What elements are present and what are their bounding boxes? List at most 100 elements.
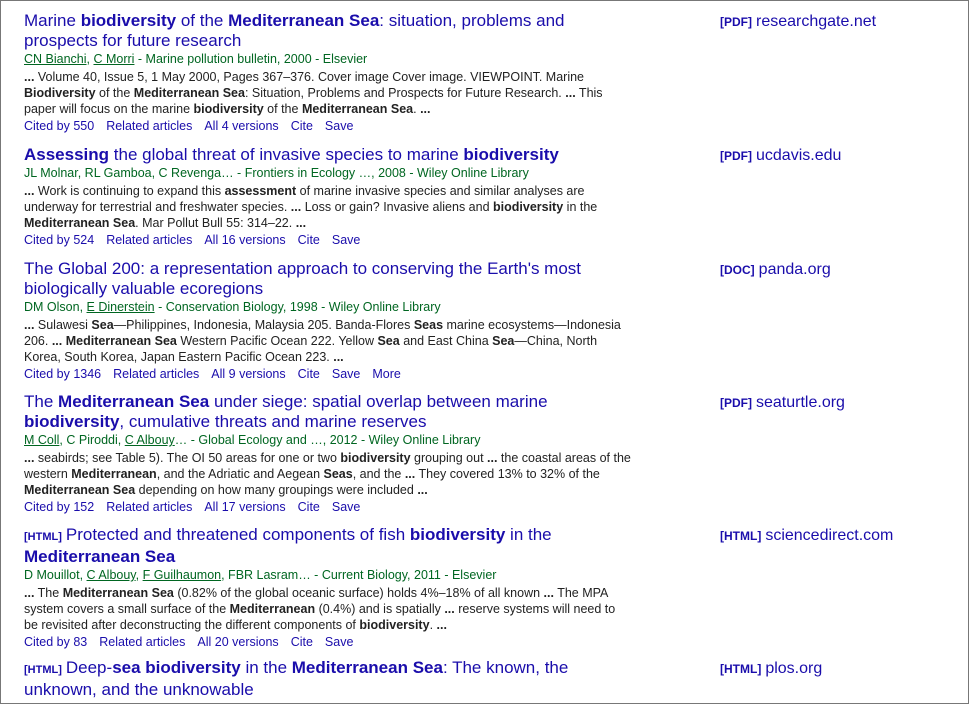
highlight-text: biodiversity bbox=[493, 200, 564, 214]
highlight-text: Mediterranean Sea bbox=[301, 102, 414, 116]
author-link[interactable]: F Guilhaumon bbox=[143, 568, 222, 582]
result-snippet: ... Sulawesi Sea—Philippines, Indonesia,… bbox=[24, 317, 632, 365]
text-segment: (0.4%) and is spatially bbox=[315, 602, 445, 616]
text-segment: , and the Adriatic and Aegean bbox=[156, 467, 324, 481]
author-link[interactable]: C Albouy bbox=[125, 433, 175, 447]
text-segment: Marine bbox=[24, 11, 81, 30]
format-tag: [PDF] bbox=[720, 149, 752, 163]
result-title-link[interactable]: Assessing the global threat of invasive … bbox=[24, 145, 604, 165]
related-articles-link[interactable]: Related articles bbox=[106, 119, 192, 133]
related-articles-link[interactable]: Related articles bbox=[99, 635, 185, 649]
highlight-text: Mediterranean Sea bbox=[65, 334, 177, 348]
highlight-text: ... bbox=[420, 102, 431, 116]
cited-by-link[interactable]: Cited by 1346 bbox=[24, 367, 101, 381]
highlight-text: Mediterranean Sea bbox=[24, 483, 136, 497]
highlight-text: biodiversity bbox=[340, 451, 411, 465]
more-link[interactable]: More bbox=[372, 367, 400, 381]
result-title-link[interactable]: The Global 200: a representation approac… bbox=[24, 259, 604, 299]
save-link[interactable]: Save bbox=[332, 500, 361, 514]
author-link[interactable]: E Dinerstein bbox=[87, 300, 155, 314]
fulltext-link[interactable]: [DOC] panda.org bbox=[720, 260, 831, 280]
cited-by-link[interactable]: Cited by 152 bbox=[24, 500, 94, 514]
highlight-text: Mediterranean Sea bbox=[133, 86, 245, 100]
text-segment: Protected and threatened components of f… bbox=[65, 525, 410, 544]
highlight-text: Seas bbox=[323, 467, 353, 481]
related-articles-link[interactable]: Related articles bbox=[106, 500, 192, 514]
result-title-link[interactable]: The Mediterranean Sea under siege: spati… bbox=[24, 392, 604, 432]
format-tag: [DOC] bbox=[720, 263, 755, 277]
text-segment: … - Global Ecology and …, 2012 - Wiley O… bbox=[174, 433, 481, 447]
text-segment: The bbox=[34, 586, 63, 600]
highlight-text: ... bbox=[24, 451, 35, 465]
save-link[interactable]: Save bbox=[332, 367, 361, 381]
result-snippet: ... The Mediterranean Sea (0.82% of the … bbox=[24, 585, 632, 633]
result-title-link[interactable]: [HTML] Deep-sea biodiversity in the Medit… bbox=[24, 658, 604, 700]
cite-link[interactable]: Cite bbox=[298, 233, 320, 247]
all-versions-link[interactable]: All 16 versions bbox=[204, 233, 285, 247]
related-articles-link[interactable]: Related articles bbox=[106, 233, 192, 247]
highlight-text: Mediterranean Sea bbox=[58, 392, 210, 411]
fulltext-link[interactable]: [PDF] ucdavis.edu bbox=[720, 146, 841, 166]
highlight-text: ... bbox=[24, 184, 35, 198]
cite-link[interactable]: Cite bbox=[291, 119, 313, 133]
cited-by-link[interactable]: Cited by 83 bbox=[24, 635, 87, 649]
highlight-text: Biodiversity bbox=[24, 86, 96, 100]
text-segment: Loss or gain? Invasive aliens and bbox=[301, 200, 494, 214]
result-snippet: ... Volume 40, Issue 5, 1 May 2000, Page… bbox=[24, 69, 632, 117]
highlight-text: ... bbox=[543, 586, 554, 600]
cited-by-link[interactable]: Cited by 524 bbox=[24, 233, 94, 247]
fulltext-link[interactable]: [PDF] seaturtle.org bbox=[720, 393, 845, 413]
result-title-link[interactable]: [HTML] Protected and threatened component… bbox=[24, 525, 604, 567]
text-segment: The Global 200: a representation approac… bbox=[24, 259, 582, 298]
highlight-text: Mediterranean Sea bbox=[24, 216, 136, 230]
all-versions-link[interactable]: All 20 versions bbox=[197, 635, 278, 649]
author-link[interactable]: CN Bianchi bbox=[24, 52, 87, 66]
highlight-text: biodiversity bbox=[80, 11, 177, 30]
text-segment: , and the bbox=[352, 467, 405, 481]
highlight-text: ... bbox=[295, 216, 307, 230]
highlight-text: Mediterranean bbox=[71, 467, 157, 481]
highlight-text: ... bbox=[404, 467, 416, 481]
author-link[interactable]: M Coll bbox=[24, 433, 59, 447]
format-tag: [HTML] bbox=[720, 662, 762, 676]
author-link[interactable]: C Albouy bbox=[87, 568, 136, 582]
cite-link[interactable]: Cite bbox=[291, 635, 313, 649]
text-segment: Volume 40, Issue 5, 1 May 2000, Pages 36… bbox=[34, 70, 585, 84]
result-authors-source: DM Olson, E Dinerstein - Conservation Bi… bbox=[24, 299, 624, 315]
text-segment: in the bbox=[563, 200, 598, 214]
text-segment: of the bbox=[95, 86, 134, 100]
save-link[interactable]: Save bbox=[325, 635, 354, 649]
highlight-text: ... bbox=[24, 70, 35, 84]
save-link[interactable]: Save bbox=[325, 119, 354, 133]
cited-by-link[interactable]: Cited by 550 bbox=[24, 119, 94, 133]
source-site: plos.org bbox=[765, 660, 823, 677]
highlight-text: biodiversity bbox=[145, 658, 241, 677]
all-versions-link[interactable]: All 9 versions bbox=[211, 367, 285, 381]
cite-link[interactable]: Cite bbox=[298, 500, 320, 514]
text-segment: of the bbox=[263, 102, 302, 116]
all-versions-link[interactable]: All 17 versions bbox=[204, 500, 285, 514]
text-segment: : Situation, Problems and Prospects for … bbox=[244, 86, 566, 100]
result-title-link[interactable]: Marine biodiversity of the Mediterranean… bbox=[24, 11, 604, 51]
text-segment: Deep- bbox=[65, 658, 113, 677]
cite-link[interactable]: Cite bbox=[298, 367, 320, 381]
related-articles-link[interactable]: Related articles bbox=[113, 367, 199, 381]
text-segment: seabirds; see Table 5). The OI 50 areas … bbox=[34, 451, 341, 465]
author-link[interactable]: C Morri bbox=[93, 52, 134, 66]
save-link[interactable]: Save bbox=[332, 233, 361, 247]
format-tag: [HTML] bbox=[24, 531, 62, 543]
text-segment: , FBR Lasram… - Current Biology, 2011 - … bbox=[221, 568, 497, 582]
highlight-text: ... bbox=[565, 86, 576, 100]
fulltext-link[interactable]: [HTML] plos.org bbox=[720, 659, 822, 679]
highlight-text: sea bbox=[112, 658, 141, 677]
source-site: seaturtle.org bbox=[756, 394, 845, 411]
result-actions: Cited by 524 Related articles All 16 versi… bbox=[24, 232, 969, 248]
text-segment: depending on how many groupings were inc… bbox=[135, 483, 418, 497]
fulltext-link[interactable]: [HTML] sciencedirect.com bbox=[720, 526, 893, 546]
text-segment: , bbox=[135, 568, 143, 582]
text-segment: They covered 13% to 32% of the bbox=[415, 467, 600, 481]
all-versions-link[interactable]: All 4 versions bbox=[204, 119, 278, 133]
fulltext-link[interactable]: [PDF] researchgate.net bbox=[720, 12, 876, 32]
text-segment: the global threat of invasive species to… bbox=[109, 145, 464, 164]
highlight-text: ... bbox=[333, 350, 344, 364]
